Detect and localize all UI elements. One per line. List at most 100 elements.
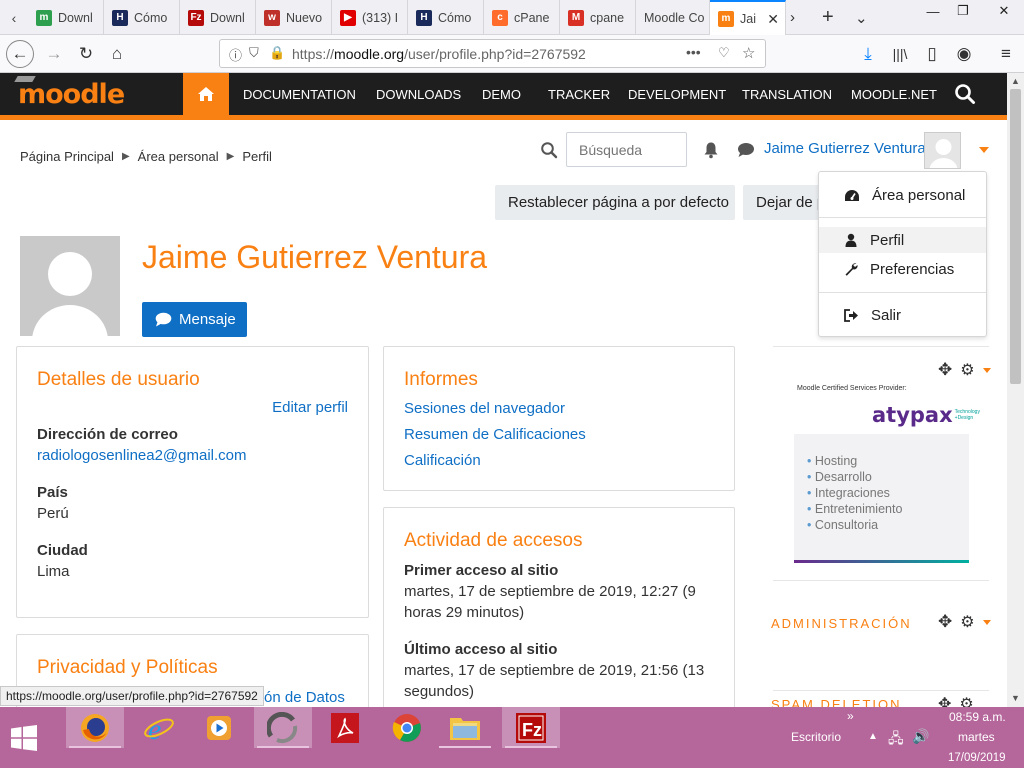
- tab-label: (313) I: [362, 10, 399, 25]
- tab-label: Nuevo: [286, 10, 323, 25]
- browser-tab[interactable]: ▶ (313) I: [332, 0, 408, 35]
- breadcrumb-home[interactable]: Página Principal: [20, 149, 114, 164]
- clock-date[interactable]: 17/09/2019: [948, 752, 1006, 764]
- library-icon[interactable]: |||\: [887, 42, 913, 66]
- page-scrollbar[interactable]: ▲ ▼: [1007, 73, 1024, 707]
- clock-time[interactable]: 08:59 a.m.: [949, 710, 1006, 724]
- info-icon[interactable]: ⓘ: [229, 45, 242, 64]
- menu-item-profile[interactable]: Perfil: [819, 227, 986, 253]
- taskbar-internet-explorer[interactable]: e: [130, 707, 188, 748]
- taskbar-acrobat[interactable]: [316, 707, 374, 748]
- nav-downloads[interactable]: DOWNLOADS: [376, 73, 461, 115]
- browser-tab[interactable]: m Downl: [28, 0, 104, 35]
- tab-close-icon[interactable]: ✕: [767, 11, 779, 28]
- tab-list-chevron-icon[interactable]: ›: [790, 0, 795, 35]
- reset-page-button[interactable]: Restablecer página a por defecto: [495, 185, 735, 220]
- sponsor-ad[interactable]: Moodle Certified Services Provider: atyp…: [794, 379, 980, 564]
- nav-development[interactable]: DEVELOPMENT: [628, 73, 726, 115]
- header-search-icon[interactable]: [954, 83, 976, 105]
- start-button[interactable]: [0, 707, 48, 768]
- taskbar-firefox[interactable]: [66, 707, 124, 748]
- gear-icon[interactable]: ⚙: [959, 697, 973, 707]
- nav-translation[interactable]: TRANSLATION: [742, 73, 832, 115]
- nav-tracker[interactable]: TRACKER: [548, 73, 610, 115]
- user-menu-name[interactable]: Jaime Gutierrez Ventura: [764, 140, 926, 157]
- browser-tab[interactable]: m Jai ✕: [710, 0, 786, 35]
- scroll-up-icon[interactable]: ▲: [1011, 76, 1020, 86]
- browser-tab[interactable]: c cPane: [484, 0, 560, 35]
- browser-tab[interactable]: H Cómo: [104, 0, 180, 35]
- menu-item-dashboard[interactable]: Área personal: [819, 182, 986, 208]
- nav-demo[interactable]: DEMO: [482, 73, 521, 115]
- taskbar-filezilla[interactable]: Fz: [502, 707, 560, 748]
- moodle-logo[interactable]: moodle: [14, 76, 125, 110]
- grade-link[interactable]: Calificación: [404, 452, 481, 469]
- back-icon[interactable]: ←: [6, 40, 34, 68]
- reload-icon[interactable]: ↻: [73, 42, 99, 66]
- pocket-icon[interactable]: ♡: [718, 45, 730, 61]
- bookmark-star-icon[interactable]: ☆: [742, 44, 755, 62]
- url-bar[interactable]: ⓘ ⛉ 🔒 https://moodle.org/user/profile.ph…: [219, 39, 766, 68]
- forward-icon[interactable]: →: [41, 42, 67, 66]
- menu-item-preferences[interactable]: Preferencias: [819, 256, 986, 282]
- breadcrumb-dashboard[interactable]: Área personal: [138, 149, 219, 164]
- menu-item-logout[interactable]: Salir: [819, 302, 986, 328]
- move-icon[interactable]: ✥: [938, 612, 952, 632]
- home-nav-button[interactable]: [183, 73, 229, 115]
- browser-tab[interactable]: Moodle Co: [636, 0, 710, 35]
- toolbar-expand-chevron[interactable]: »: [847, 709, 854, 723]
- lock-icon[interactable]: 🔒: [269, 45, 285, 61]
- clock-day[interactable]: martes: [958, 730, 995, 744]
- move-icon[interactable]: ✥: [938, 697, 951, 707]
- email-link[interactable]: radiologosenlinea2@gmail.com: [37, 447, 247, 464]
- desktop-toolbar-label[interactable]: Escritorio: [791, 730, 841, 744]
- taskbar-chrome[interactable]: [378, 707, 436, 748]
- browser-tab[interactable]: Fz Downl: [180, 0, 256, 35]
- messages-icon[interactable]: [737, 142, 755, 158]
- move-icon[interactable]: ✥: [938, 360, 952, 380]
- taskbar-file-explorer[interactable]: [436, 707, 494, 748]
- gear-icon[interactable]: ⚙: [960, 360, 974, 380]
- grades-overview-link[interactable]: Resumen de Calificaciones: [404, 426, 586, 443]
- bell-icon[interactable]: [702, 141, 720, 159]
- hamburger-menu-icon[interactable]: ≡: [993, 42, 1019, 66]
- tray-overflow-icon[interactable]: ▲: [868, 731, 878, 742]
- browser-tab[interactable]: H Cómo: [408, 0, 484, 35]
- tab-label: Moodle Co: [644, 10, 705, 25]
- edit-profile-link[interactable]: Editar perfil: [272, 399, 348, 416]
- stop-customising-button[interactable]: Dejar de p: [743, 185, 819, 220]
- sidebar-icon[interactable]: ▯: [919, 42, 945, 66]
- message-button[interactable]: Mensaje: [142, 302, 247, 337]
- browser-tab[interactable]: Mcpane: [560, 0, 636, 35]
- nav-documentation[interactable]: DOCUMENTATION: [243, 73, 356, 115]
- browser-tab[interactable]: w Nuevo: [256, 0, 332, 35]
- scrollbar-thumb[interactable]: [1010, 89, 1021, 384]
- window-close-icon[interactable]: ✕: [986, 0, 1022, 22]
- search-icon[interactable]: [540, 141, 558, 159]
- volume-icon[interactable]: 🔊: [912, 728, 929, 745]
- tab-scroll-left-icon[interactable]: ‹: [0, 0, 28, 35]
- profile-name-heading: Jaime Gutierrez Ventura: [142, 239, 488, 275]
- nav-moodle-net[interactable]: MOODLE.NET: [851, 73, 937, 115]
- gear-icon[interactable]: ⚙: [960, 612, 974, 632]
- user-menu-caret-icon[interactable]: [979, 147, 989, 153]
- first-access-value-cont: horas 29 minutos): [404, 604, 525, 621]
- chevron-down-icon[interactable]: [982, 619, 991, 625]
- tab-overflow-icon[interactable]: ⌄: [855, 0, 868, 35]
- taskbar-media-player[interactable]: [190, 707, 248, 748]
- shield-icon[interactable]: ⛉: [249, 45, 259, 61]
- search-input[interactable]: [566, 132, 687, 167]
- page-actions-icon[interactable]: •••: [686, 44, 701, 60]
- taskbar-app-arc[interactable]: [254, 707, 312, 748]
- network-icon[interactable]: 🖧: [888, 728, 904, 752]
- home-icon[interactable]: ⌂: [104, 42, 130, 66]
- privacy-link[interactable]: ón de Datos: [264, 689, 345, 706]
- chevron-down-icon[interactable]: [982, 367, 991, 373]
- account-icon[interactable]: ◉: [951, 42, 977, 66]
- downloads-icon[interactable]: ⤓: [855, 42, 881, 66]
- restore-icon[interactable]: ❐: [945, 0, 981, 22]
- user-avatar[interactable]: [924, 132, 961, 169]
- scroll-down-icon[interactable]: ▼: [1011, 693, 1020, 703]
- new-tab-icon[interactable]: +: [822, 0, 834, 35]
- browser-sessions-link[interactable]: Sesiones del navegador: [404, 400, 565, 417]
